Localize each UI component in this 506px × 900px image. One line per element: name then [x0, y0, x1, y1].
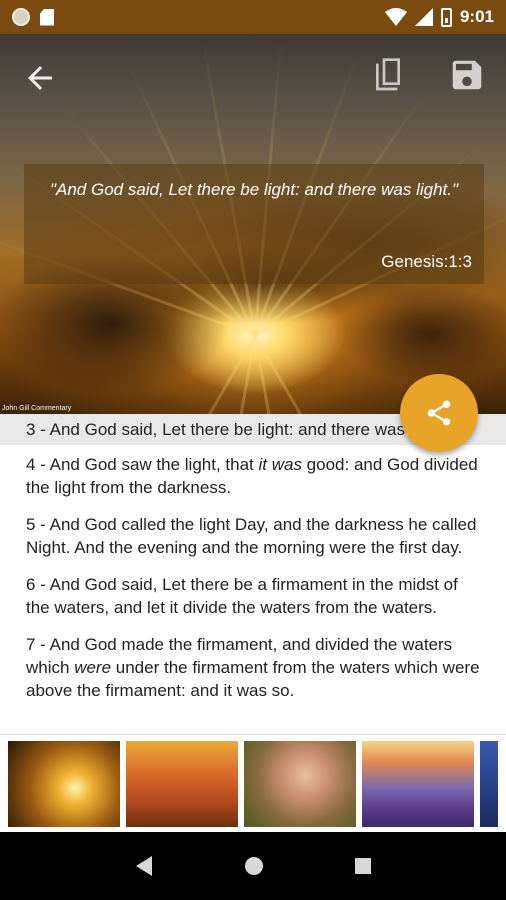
thumbnail-sunset-clouds[interactable]: [8, 741, 120, 827]
circle-icon: [12, 8, 30, 26]
status-bar: 9:01: [0, 0, 506, 34]
signal-icon: [414, 8, 433, 26]
navigation-bar: [0, 832, 506, 900]
quote-text: "And God said, Let there be light: and t…: [49, 180, 459, 199]
thumbnail-lavender-field[interactable]: [362, 741, 474, 827]
battery-icon: [440, 7, 452, 27]
verse-list[interactable]: 3 - And God said, Let there be light: an…: [0, 414, 506, 734]
verse-text-part: 4 - And God saw the light, that: [26, 455, 259, 474]
thumbnail-autumn-forest[interactable]: [126, 741, 238, 827]
status-time: 9:01: [459, 7, 494, 26]
arrow-left-icon[interactable]: [22, 60, 58, 96]
sd-card-icon: [40, 8, 54, 26]
watermark: John Gill Commentary: [2, 405, 72, 412]
quote-box: "And God said, Let there be light: and t…: [24, 164, 484, 284]
verse-text: 5 - And God called the light Day, and th…: [26, 515, 477, 557]
verse-5[interactable]: 5 - And God called the light Day, and th…: [0, 509, 506, 565]
verse-text: 6 - And God said, Let there be a firmame…: [26, 575, 458, 617]
verse-4[interactable]: 4 - And God saw the light, that it was g…: [0, 449, 506, 505]
wifi-icon: [384, 8, 407, 26]
background-thumbnails: [0, 734, 506, 832]
verse-6[interactable]: 6 - And God said, Let there be a firmame…: [0, 569, 506, 625]
save-icon[interactable]: [448, 56, 486, 94]
share-icon: [427, 400, 451, 426]
verse-7[interactable]: 7 - And God made the firmament, and divi…: [0, 629, 506, 708]
thumbnail-wildflowers[interactable]: [244, 741, 356, 827]
recents-square-icon[interactable]: [354, 857, 372, 875]
quote-reference: Genesis:1:3: [381, 252, 472, 271]
share-button[interactable]: [400, 374, 478, 452]
thumbnail-blue-sky[interactable]: [480, 741, 498, 827]
back-triangle-icon[interactable]: [134, 855, 154, 877]
hero-image: "And God said, Let there be light: and t…: [0, 34, 506, 414]
status-left: [12, 8, 54, 26]
copy-icon[interactable]: [372, 58, 404, 96]
home-circle-icon[interactable]: [243, 855, 265, 877]
verse-text-italic: were: [74, 658, 112, 677]
status-right: 9:01: [384, 7, 494, 27]
verse-text: 3 - And God said, Let there be light: an…: [26, 420, 446, 439]
verse-text-italic: it was: [258, 455, 302, 474]
